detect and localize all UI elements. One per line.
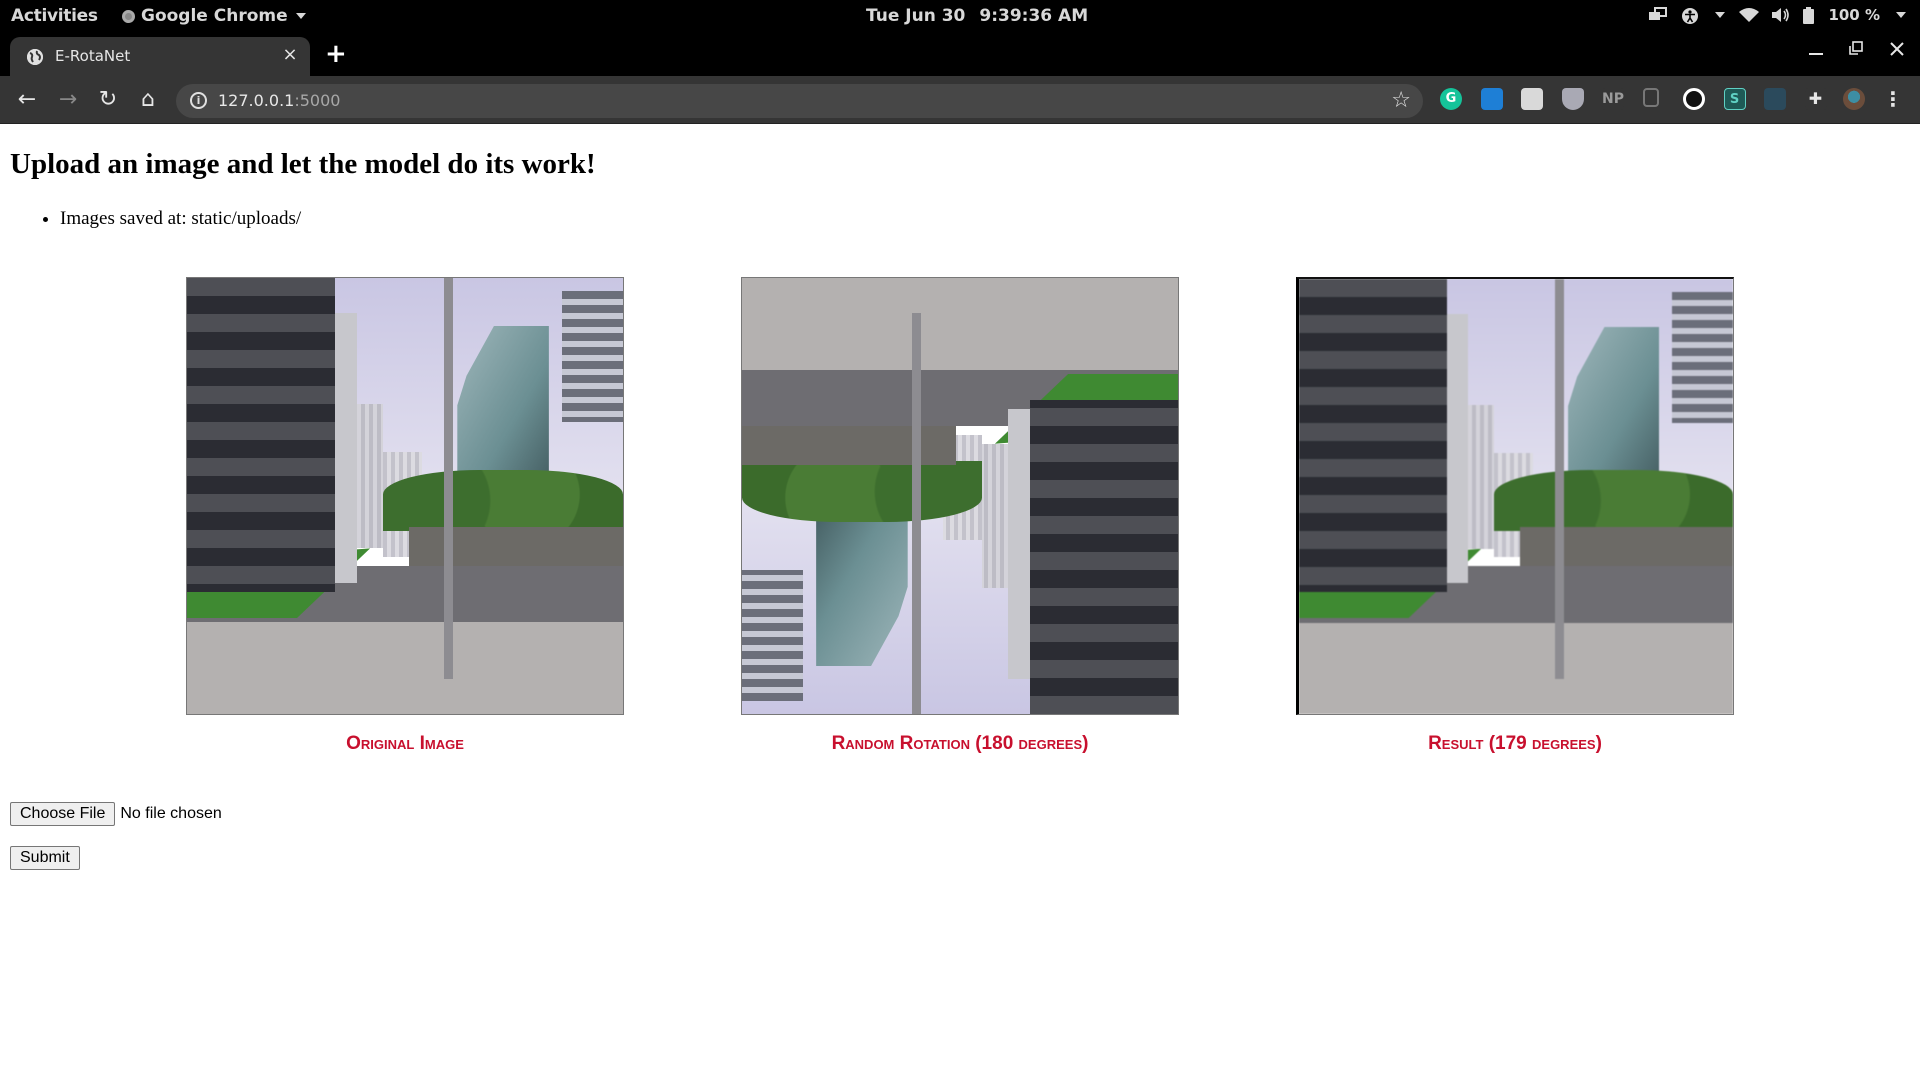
display-icon (1649, 7, 1668, 23)
wifi-icon (1739, 7, 1760, 23)
page-heading: Upload an image and let the model do its… (10, 148, 596, 180)
info-item: Images saved at: static/uploads/ (60, 208, 301, 230)
close-window-icon[interactable] (1889, 39, 1905, 64)
reload-button[interactable]: ↻ (94, 86, 122, 114)
clock[interactable]: Tue Jun 30 9:39:36 AM (866, 6, 1088, 26)
menu-kebab-icon[interactable]: ⋮ (1882, 88, 1904, 110)
glasses-extension-icon[interactable] (1764, 88, 1786, 110)
upload-form: Choose File No file chosen Submit (10, 802, 222, 870)
page-content: Upload an image and let the model do its… (0, 124, 1920, 1080)
system-top-bar: Activities Google Chrome Tue Jun 30 9:39… (0, 0, 1920, 33)
forward-button[interactable]: → (54, 86, 82, 114)
browser-toolbar: ← → ↻ ⌂ i 127.0.0.1:5000 ☆ G NP S ✚ ⋮ (0, 76, 1920, 124)
street-scene-image (187, 278, 623, 714)
home-button[interactable]: ⌂ (134, 86, 162, 114)
puzzle-extensions-icon[interactable]: ✚ (1804, 88, 1827, 110)
tab-e-rotanet[interactable]: E-RotaNet × (10, 37, 310, 76)
street-scene-image (1299, 279, 1733, 714)
bookmark-star-icon[interactable]: ☆ (1391, 88, 1411, 113)
accessibility-icon (1681, 7, 1699, 24)
tab-title: E-RotaNet (55, 47, 131, 65)
system-tray[interactable]: 100 % (1649, 6, 1906, 24)
url-host: 127.0.0.1 (218, 91, 295, 110)
time-label: 9:39:36 AM (979, 6, 1089, 26)
file-input[interactable]: Choose File No file chosen (10, 802, 222, 826)
site-info-icon[interactable]: i (190, 92, 207, 109)
close-tab-icon[interactable]: × (280, 45, 300, 65)
shield-extension-icon[interactable] (1561, 88, 1584, 110)
url-text[interactable]: 127.0.0.1:5000 (218, 91, 340, 110)
minimize-icon[interactable] (1808, 39, 1824, 64)
original-image-caption: Original Image (346, 733, 464, 754)
volume-icon (1771, 7, 1790, 23)
s-extension-icon[interactable]: S (1723, 88, 1746, 110)
restore-icon[interactable] (1848, 39, 1864, 64)
tab-strip: E-RotaNet × + (0, 33, 1920, 76)
file-status: No file chosen (120, 805, 222, 822)
np-extension-icon[interactable]: NP (1602, 88, 1624, 110)
chevron-down-icon (1896, 12, 1906, 18)
rotated-image-card: Random Rotation (180 degrees) (741, 277, 1179, 755)
url-port: :5000 (294, 91, 341, 110)
submit-button[interactable]: Submit (10, 846, 80, 870)
choose-file-button[interactable]: Choose File (10, 802, 116, 826)
profile-avatar[interactable] (1843, 88, 1865, 110)
rotated-image-caption: Random Rotation (180 degrees) (831, 733, 1089, 754)
date-label: Tue Jun 30 (866, 6, 966, 26)
original-image (186, 277, 624, 715)
original-image-card: Original Image (186, 277, 624, 755)
result-image (1296, 277, 1734, 715)
activities-button[interactable]: Activities (11, 6, 98, 26)
chrome-icon (122, 9, 135, 23)
info-list: Images saved at: static/uploads/ (60, 208, 301, 230)
battery-percent: 100 % (1828, 6, 1880, 24)
rotated-image (741, 277, 1179, 715)
app-menu[interactable]: Google Chrome (122, 6, 306, 26)
trello-icon[interactable] (1480, 88, 1503, 110)
result-image-caption: Result (179 degrees) (1428, 733, 1602, 754)
globe-icon (27, 49, 43, 65)
github-icon[interactable] (1683, 88, 1705, 110)
pdf-extension-icon[interactable] (1521, 88, 1543, 110)
copy-extension-icon[interactable] (1642, 88, 1659, 107)
chevron-down-icon (295, 13, 306, 19)
battery-icon (1803, 7, 1815, 24)
back-button[interactable]: ← (13, 86, 41, 114)
street-scene-image (742, 278, 1178, 714)
address-bar[interactable]: i 127.0.0.1:5000 ☆ (176, 84, 1423, 118)
chevron-down-icon (1715, 12, 1726, 18)
result-image-card: Result (179 degrees) (1296, 277, 1734, 755)
grammarly-icon[interactable]: G (1440, 88, 1462, 110)
app-name: Google Chrome (141, 6, 288, 26)
new-tab-button[interactable]: + (325, 41, 347, 67)
